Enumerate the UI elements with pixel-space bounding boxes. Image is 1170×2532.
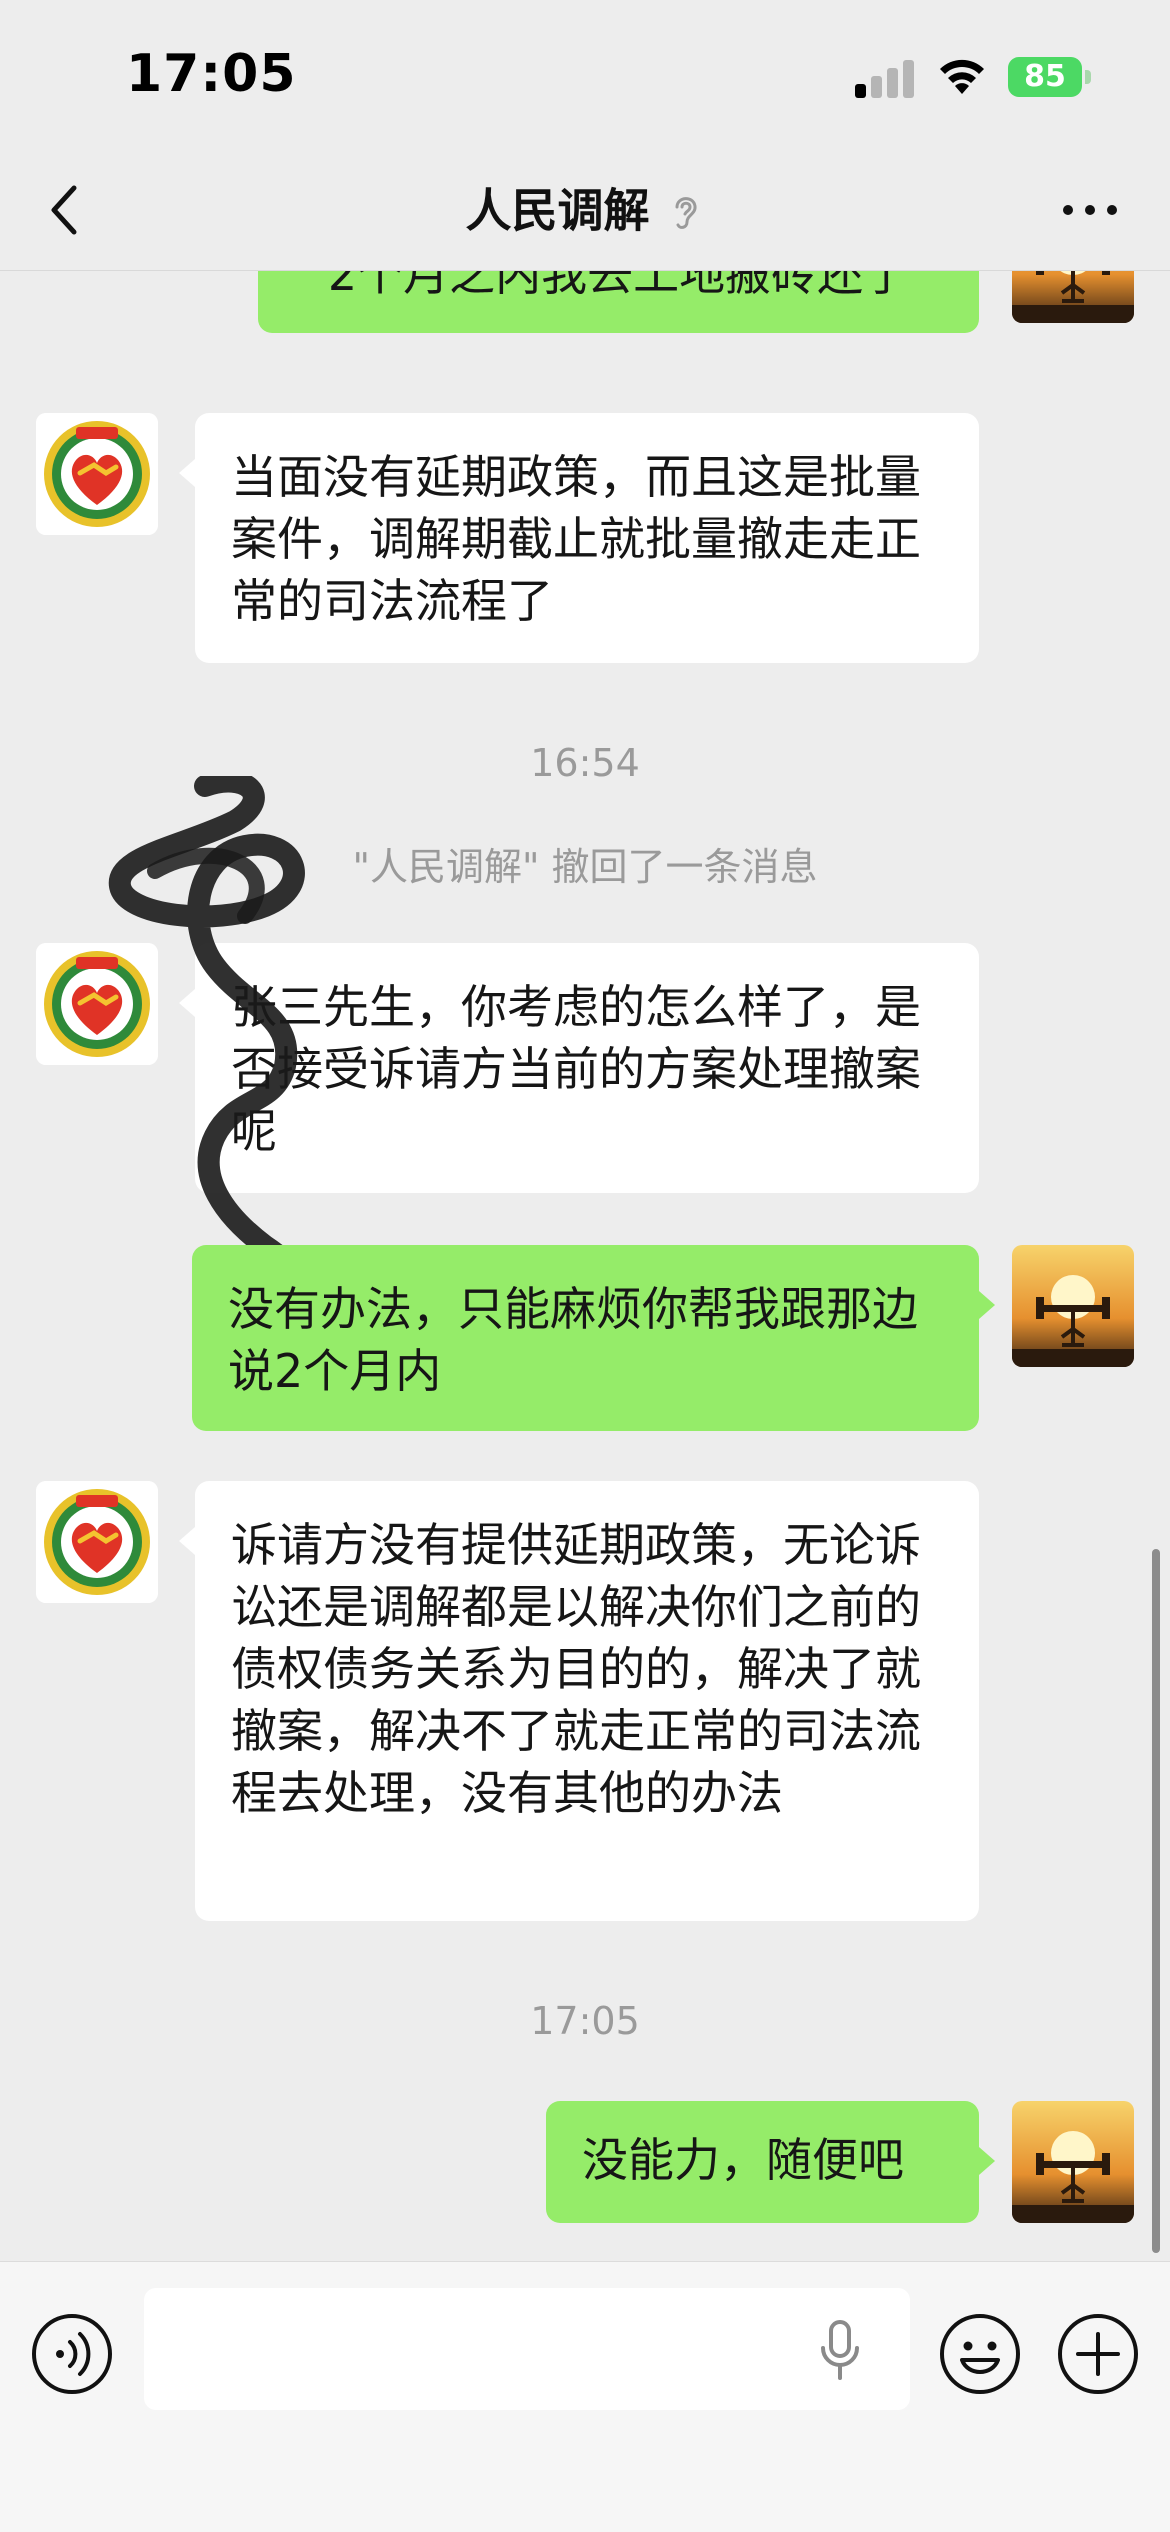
scroll-indicator[interactable]: [1152, 1549, 1160, 2253]
cellular-signal-icon: [855, 58, 915, 98]
user-avatar[interactable]: [1012, 1245, 1134, 1367]
message-bubble-outgoing[interactable]: 2个月之内我去工地搬砖还了: [258, 271, 979, 333]
message-input[interactable]: [144, 2288, 910, 2410]
message-bubble-outgoing[interactable]: 没能力，随便吧: [546, 2101, 995, 2223]
battery-level: 85: [1008, 57, 1082, 97]
wifi-icon: [940, 59, 984, 94]
input-bar: [0, 2261, 1170, 2532]
mediator-avatar[interactable]: [36, 1481, 158, 1603]
title-wrap: 人民调解: [0, 150, 1170, 270]
time-divider: 17:05: [530, 1999, 640, 2043]
battery-icon: 85: [1008, 57, 1092, 97]
emoji-icon[interactable]: [938, 2312, 1022, 2396]
message-bubble-incoming[interactable]: 当面没有延期政策，而且这是批量案件，调解期截止就批量撤走走正常的司法流程了: [179, 413, 979, 663]
user-avatar[interactable]: [1012, 271, 1134, 323]
microphone-icon[interactable]: [815, 2318, 865, 2382]
more-dots-icon[interactable]: [1060, 190, 1120, 230]
chat-title: 人民调解: [465, 183, 650, 238]
status-time: 17:05: [126, 44, 297, 104]
nav-bar: 人民调解: [0, 150, 1170, 271]
chat-screen: 17:05 85 人民调解 2个月之内我去工地搬砖还了 当面没有延期政策，而且这…: [0, 0, 1170, 2532]
mediator-avatar[interactable]: [36, 413, 158, 535]
message-list[interactable]: 2个月之内我去工地搬砖还了 当面没有延期政策，而且这是批量案件，调解期截止就批量…: [0, 271, 1170, 2261]
user-avatar[interactable]: [1012, 2101, 1134, 2223]
voice-icon[interactable]: [30, 2312, 114, 2396]
message-bubble-outgoing[interactable]: 没有办法，只能麻烦你帮我跟那边说2个月内: [192, 1245, 995, 1431]
status-bar: 17:05 85: [0, 0, 1170, 150]
ear-icon: [675, 196, 697, 229]
plus-icon[interactable]: [1056, 2312, 1140, 2396]
message-bubble-incoming[interactable]: 诉请方没有提供延期政策，无论诉讼还是调解都是以解决你们之前的债权债务关系为目的的…: [179, 1481, 979, 1921]
